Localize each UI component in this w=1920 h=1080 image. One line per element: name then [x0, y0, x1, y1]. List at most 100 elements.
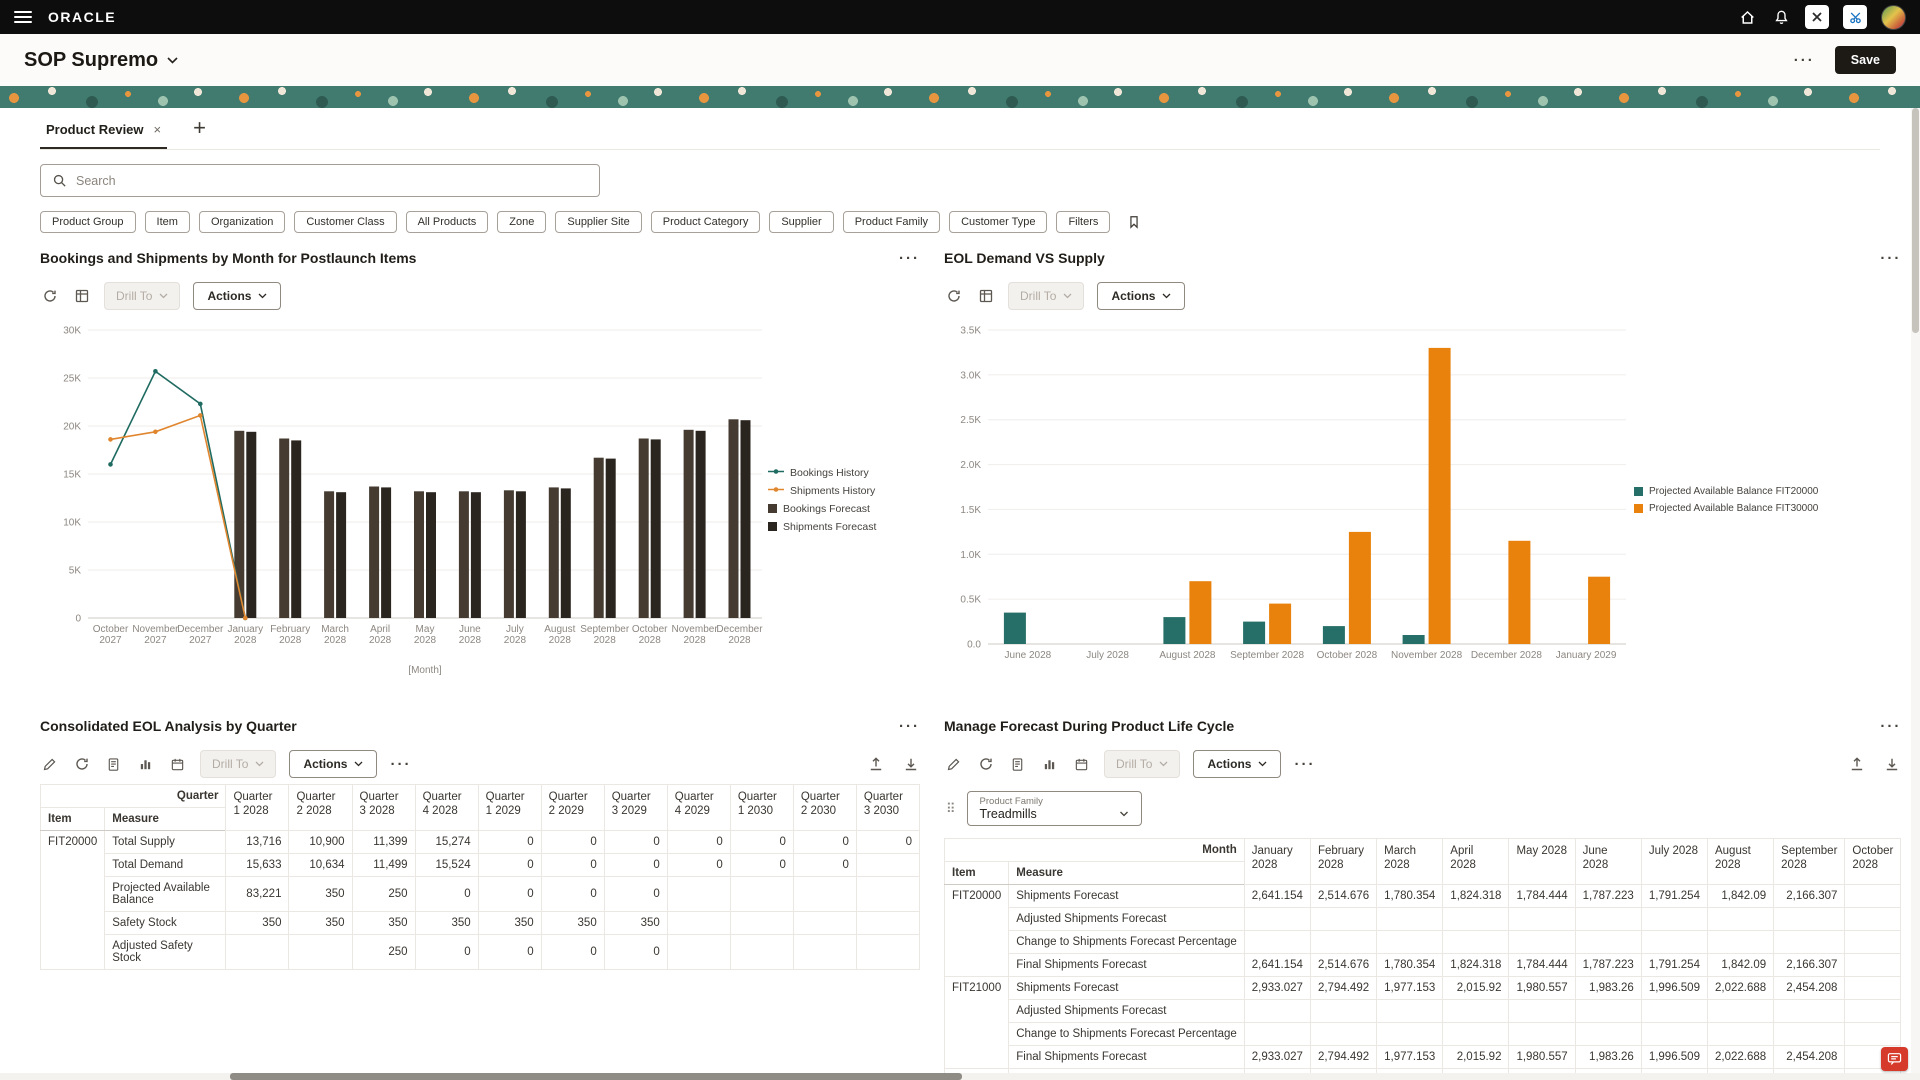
value-cell[interactable]	[1774, 908, 1845, 931]
value-cell[interactable]	[793, 877, 856, 912]
value-cell[interactable]: 1,787.223	[1575, 885, 1641, 908]
value-cell[interactable]: 0	[541, 831, 604, 854]
value-cell[interactable]: 2,454.208	[1774, 1046, 1845, 1069]
value-cell[interactable]: 1,787.223	[1575, 954, 1641, 977]
scrollbar-thumb[interactable]	[1912, 108, 1919, 333]
save-button[interactable]: Save	[1835, 46, 1896, 74]
filter-chip-product-category[interactable]: Product Category	[651, 211, 761, 233]
value-cell[interactable]	[1575, 908, 1641, 931]
filter-chip-all-products[interactable]: All Products	[406, 211, 489, 233]
value-cell[interactable]: 0	[541, 935, 604, 970]
value-cell[interactable]: 0	[730, 854, 793, 877]
product-family-select[interactable]: Product Family Treadmills	[967, 791, 1142, 826]
page-horizontal-scrollbar[interactable]	[0, 1073, 1920, 1080]
filter-chip-product-family[interactable]: Product Family	[843, 211, 940, 233]
value-cell[interactable]: 2,022.688	[1707, 977, 1773, 1000]
value-cell[interactable]: 2,454.208	[1774, 977, 1845, 1000]
value-cell[interactable]	[226, 935, 289, 970]
value-cell[interactable]	[1845, 1023, 1901, 1046]
value-cell[interactable]	[1377, 931, 1443, 954]
notifications-bell-icon[interactable]	[1771, 7, 1791, 27]
value-cell[interactable]: 11,499	[352, 854, 415, 877]
value-cell[interactable]	[1310, 931, 1376, 954]
value-cell[interactable]	[1575, 1023, 1641, 1046]
value-cell[interactable]: 11,399	[352, 831, 415, 854]
chart-icon[interactable]	[136, 755, 155, 774]
refresh-icon[interactable]	[944, 287, 963, 306]
value-cell[interactable]: 1,780.354	[1377, 954, 1443, 977]
filter-chip-customer-type[interactable]: Customer Type	[949, 211, 1047, 233]
filter-chip-supplier-site[interactable]: Supplier Site	[555, 211, 641, 233]
refresh-icon[interactable]	[976, 755, 995, 774]
scrollbar-thumb[interactable]	[230, 1073, 962, 1080]
value-cell[interactable]: 250	[352, 877, 415, 912]
value-cell[interactable]: 0	[415, 877, 478, 912]
value-cell[interactable]	[1377, 1023, 1443, 1046]
value-cell[interactable]	[1641, 908, 1707, 931]
value-cell[interactable]	[1707, 1000, 1773, 1023]
value-cell[interactable]	[667, 935, 730, 970]
value-cell[interactable]	[1310, 1000, 1376, 1023]
actions-button[interactable]: Actions	[193, 282, 281, 310]
value-cell[interactable]	[1845, 885, 1901, 908]
value-cell[interactable]: 2,514.676	[1310, 885, 1376, 908]
home-icon[interactable]	[1737, 7, 1757, 27]
drag-handle-icon[interactable]: ⠿	[946, 801, 955, 817]
value-cell[interactable]	[856, 935, 919, 970]
value-cell[interactable]: 1,983.26	[1575, 1046, 1641, 1069]
value-cell[interactable]: 1,977.153	[1377, 1046, 1443, 1069]
value-cell[interactable]: 2,022.688	[1707, 1046, 1773, 1069]
panel-overflow-button[interactable]: ···	[899, 718, 920, 735]
value-cell[interactable]: 1,824.318	[1443, 885, 1509, 908]
filter-chip-zone[interactable]: Zone	[497, 211, 546, 233]
value-cell[interactable]	[1509, 1000, 1575, 1023]
view-switcher-icon[interactable]	[72, 287, 91, 306]
value-cell[interactable]: 0	[856, 831, 919, 854]
value-cell[interactable]	[730, 877, 793, 912]
value-cell[interactable]: 1,983.26	[1575, 977, 1641, 1000]
value-cell[interactable]	[1707, 1023, 1773, 1046]
value-cell[interactable]	[730, 935, 793, 970]
value-cell[interactable]: 0	[667, 831, 730, 854]
search-input[interactable]	[76, 174, 588, 188]
value-cell[interactable]: 350	[226, 912, 289, 935]
value-cell[interactable]: 2,015.92	[1443, 977, 1509, 1000]
value-cell[interactable]: 0	[604, 831, 667, 854]
panel-overflow-button[interactable]: ···	[899, 250, 920, 267]
value-cell[interactable]: 1,996.509	[1641, 1046, 1707, 1069]
panel-overflow-button[interactable]: ···	[1880, 718, 1901, 735]
value-cell[interactable]: 1,784.444	[1509, 885, 1575, 908]
value-cell[interactable]	[1575, 931, 1641, 954]
chart-icon[interactable]	[1040, 755, 1059, 774]
value-cell[interactable]	[1845, 908, 1901, 931]
value-cell[interactable]: 0	[541, 854, 604, 877]
refresh-icon[interactable]	[40, 287, 59, 306]
value-cell[interactable]	[856, 912, 919, 935]
actions-button[interactable]: Actions	[1097, 282, 1185, 310]
calendar-icon[interactable]	[168, 755, 187, 774]
filter-chip-customer-class[interactable]: Customer Class	[294, 211, 396, 233]
value-cell[interactable]: 0	[793, 854, 856, 877]
value-cell[interactable]: 0	[478, 831, 541, 854]
value-cell[interactable]: 2,166.307	[1774, 885, 1845, 908]
value-cell[interactable]	[1845, 1000, 1901, 1023]
value-cell[interactable]	[1845, 977, 1901, 1000]
value-cell[interactable]	[1641, 1023, 1707, 1046]
value-cell[interactable]	[1244, 1023, 1310, 1046]
view-switcher-icon[interactable]	[976, 287, 995, 306]
value-cell[interactable]	[793, 935, 856, 970]
menu-icon[interactable]	[14, 11, 32, 23]
bookmark-icon[interactable]	[1127, 214, 1141, 230]
upload-icon[interactable]	[866, 755, 885, 774]
value-cell[interactable]: 2,794.492	[1310, 977, 1376, 1000]
document-icon[interactable]	[104, 755, 123, 774]
drill-to-button[interactable]: Drill To	[1008, 282, 1084, 310]
value-cell[interactable]: 2,794.492	[1310, 1046, 1376, 1069]
value-cell[interactable]	[1377, 908, 1443, 931]
value-cell[interactable]: 1,780.354	[1377, 885, 1443, 908]
value-cell[interactable]: 0	[478, 854, 541, 877]
value-cell[interactable]: 0	[478, 935, 541, 970]
value-cell[interactable]	[1774, 1023, 1845, 1046]
value-cell[interactable]	[1509, 908, 1575, 931]
value-cell[interactable]	[1443, 931, 1509, 954]
